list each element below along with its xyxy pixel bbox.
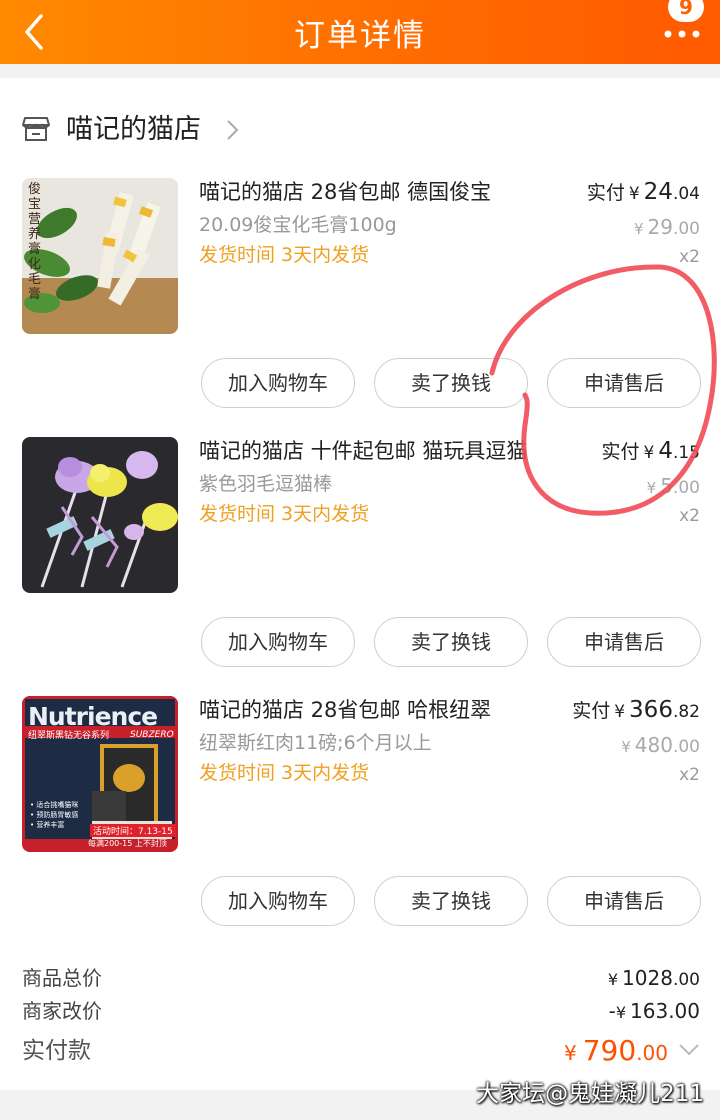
paid-price: 实付 ¥24.04 (586, 179, 700, 205)
product-thumbnail[interactable]: 俊宝营养膏 化毛膏 (22, 178, 178, 334)
shipping-time: 发货时间 3天内发货 (199, 503, 370, 525)
goods-total-row: 商品总价 ¥1028.00 (22, 962, 700, 995)
product-spec: 紫色羽毛逗猫棒 (199, 473, 333, 495)
price-block: 实付 ¥366.82 ¥480.00 x2 (562, 696, 700, 788)
brand-name: Nutrience (28, 702, 158, 731)
add-to-cart-button[interactable]: 加入购物车 (201, 876, 355, 926)
product-spec: 20.09俊宝化毛膏100g (199, 214, 397, 236)
quantity: x2 (679, 765, 700, 785)
watermark: 大家坛@鬼娃凝儿211 (476, 1081, 704, 1107)
goods-total-value: ¥1028.00 (607, 966, 700, 990)
product-spec: 纽翠斯红肉11磅;6个月以上 (199, 732, 432, 754)
resell-button[interactable]: 卖了换钱 (374, 617, 528, 667)
product-bullets: • 适合挑嘴猫咪 • 预防肠胃敏感 • 营养丰富 (30, 801, 79, 829)
product-thumbnail[interactable] (22, 437, 178, 593)
original-price: ¥29.00 (633, 215, 700, 239)
after-sales-button[interactable]: 申请售后 (547, 617, 701, 667)
product-title[interactable]: 喵记的猫店 28省包邮 德国俊宝 (199, 178, 491, 206)
chevron-down-icon[interactable] (678, 1042, 700, 1058)
total-paid-value: ¥790.00 (550, 1030, 700, 1072)
shop-header[interactable]: 喵记的猫店 (22, 108, 322, 152)
shipping-time: 发货时间 3天内发货 (199, 762, 370, 784)
quantity: x2 (679, 247, 700, 267)
goods-total-label: 商品总价 (22, 966, 102, 990)
paid-price: 实付 ¥4.15 (601, 438, 700, 464)
total-paid-label: 实付款 (22, 1038, 91, 1064)
order-item: Nutrience SUBZERO 纽翠斯黑钻无谷系列 • 适合挑嘴猫咪 • 预… (0, 696, 720, 936)
promo-text: 每满200-15 上不封顶 (88, 839, 167, 848)
after-sales-button[interactable]: 申请售后 (547, 358, 701, 408)
brand-subline: SUBZERO (130, 730, 174, 740)
order-item: 喵记的猫店 十件起包邮 猫玩具逗猫 紫色羽毛逗猫棒 发货时间 3天内发货 实付 ¥… (0, 437, 720, 677)
quantity: x2 (679, 506, 700, 526)
store-icon (22, 117, 50, 141)
price-block: 实付 ¥24.04 ¥29.00 x2 (576, 178, 700, 270)
price-block: 实付 ¥4.15 ¥5.00 x2 (591, 437, 700, 529)
product-title[interactable]: 喵记的猫店 28省包邮 哈根纽翠 (199, 696, 491, 724)
after-sales-button[interactable]: 申请售后 (547, 876, 701, 926)
order-item: 俊宝营养膏 化毛膏 喵记的猫店 28省包邮 德国俊宝 20.09俊宝化毛膏100… (0, 178, 720, 418)
add-to-cart-button[interactable]: 加入购物车 (201, 617, 355, 667)
product-title[interactable]: 喵记的猫店 十件起包邮 猫玩具逗猫 (199, 437, 527, 465)
ellipsis-icon[interactable] (662, 24, 702, 44)
price-adjust-value: -¥ 163.00 (608, 999, 700, 1023)
resell-button[interactable]: 卖了换钱 (374, 876, 528, 926)
original-price: ¥5.00 (646, 474, 700, 498)
series-text: 纽翠斯黑钻无谷系列 (28, 731, 110, 741)
nav-bar: 订单详情 9 (0, 0, 720, 64)
product-thumbnail[interactable]: Nutrience SUBZERO 纽翠斯黑钻无谷系列 • 适合挑嘴猫咪 • 预… (22, 696, 178, 852)
add-to-cart-button[interactable]: 加入购物车 (201, 358, 355, 408)
shop-name: 喵记的猫店 (66, 114, 201, 145)
shipping-time: 发货时间 3天内发货 (199, 244, 370, 266)
page-title: 订单详情 (294, 18, 426, 54)
original-price: ¥480.00 (621, 733, 700, 757)
total-paid-row[interactable]: 实付款 ¥790.00 (22, 1030, 700, 1072)
paid-price: 实付 ¥366.82 (572, 697, 700, 723)
resell-button[interactable]: 卖了换钱 (374, 358, 528, 408)
chevron-right-icon (227, 120, 239, 140)
thumbnail-caption: 俊宝营养膏 化毛膏 (28, 182, 42, 302)
price-adjust-label: 商家改价 (22, 999, 102, 1023)
promo-banner: 活动时间：7.13-15 (90, 824, 176, 837)
order-summary: 商品总价 ¥1028.00 商家改价 -¥ 163.00 实付款 ¥790.00 (22, 962, 700, 1072)
price-adjust-row: 商家改价 -¥ 163.00 (22, 995, 700, 1028)
